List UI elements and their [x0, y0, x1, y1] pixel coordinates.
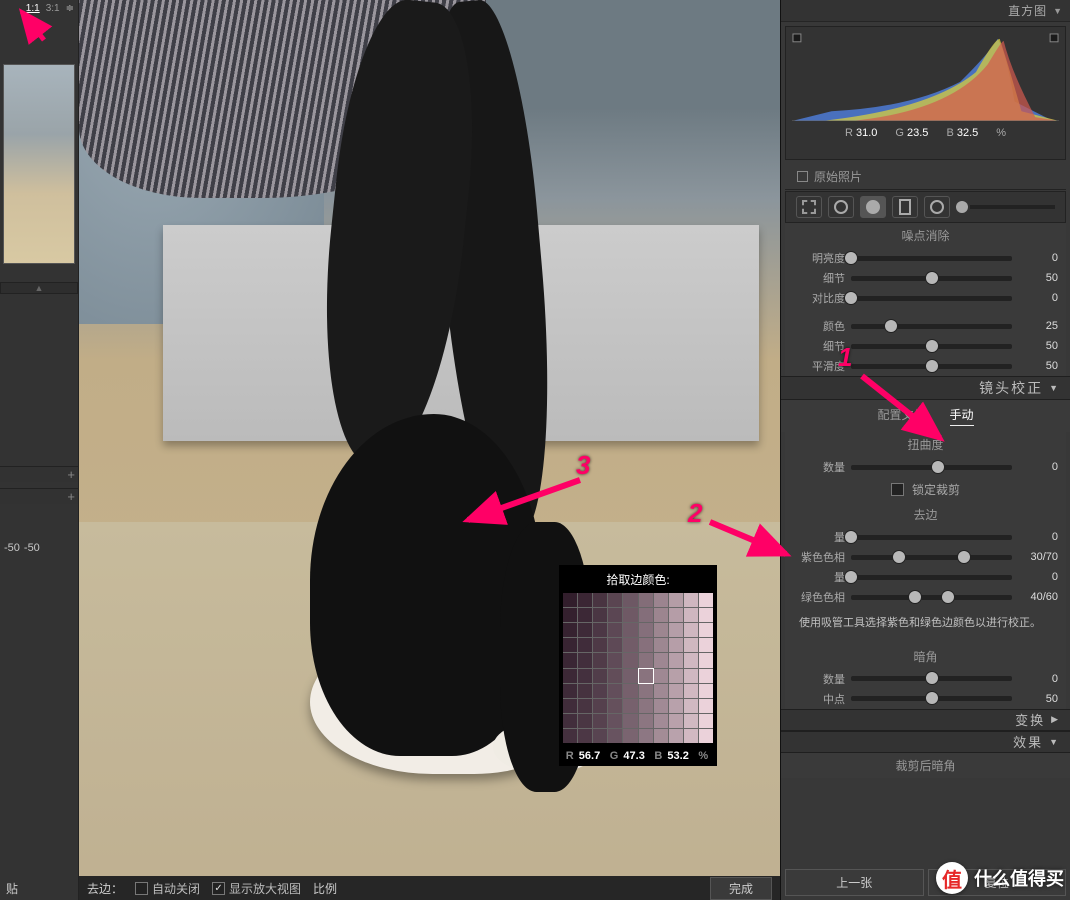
color-sampler-loupe: 拾取边颜色: R 56.7 G 47.3 B 53.2 % [559, 565, 717, 766]
histogram-rgb-readout: R 31.0 G 23.5 B 32.5 % [792, 127, 1059, 139]
sampler-title: 拾取边颜色: [561, 571, 715, 588]
defringe-slider-0[interactable]: 量 0 [785, 527, 1066, 547]
tab-manual[interactable]: 手动 [950, 406, 974, 426]
ratio-label: 比例 [313, 880, 337, 897]
image-viewport[interactable]: 拾取边颜色: R 56.7 G 47.3 B 53.2 % 去边： 自动关闭 显… [79, 0, 780, 900]
show-loupe-checkbox[interactable]: 显示放大视图 [212, 880, 301, 897]
prev-photo-button[interactable]: 上一张 [785, 869, 924, 896]
effects-panel-header[interactable]: 效果▼ [781, 731, 1070, 753]
tab-profile[interactable]: 配置文件 [877, 406, 925, 426]
watermark-badge-icon: 值 [936, 862, 968, 894]
local-adjustment-toolstrip [785, 191, 1066, 223]
track-value-a: -50 [4, 542, 20, 554]
exposure-readouts: -50 -50 [0, 540, 78, 556]
navigator-image [4, 65, 74, 263]
zoom-1-1[interactable]: 1:1 [26, 3, 40, 14]
radial-filter-icon[interactable] [924, 196, 950, 218]
navigator-thumbnail[interactable] [3, 64, 75, 264]
watermark-text: 什么值得买 [974, 865, 1064, 891]
left-panel: 1:1 3:1 ≑ ▲ + + -50 -50 贴 [0, 0, 79, 900]
sampler-grid [563, 593, 713, 743]
lens-tabs: 配置文件 手动 [781, 400, 1070, 432]
add-panel-button[interactable]: + [0, 466, 78, 482]
defringe-hint: 使用吸管工具选择紫色和绿色边颜色以进行校正。 [785, 607, 1066, 644]
panel-collapse-bar[interactable]: ▲ [0, 282, 78, 294]
redeye-tool-icon[interactable] [860, 196, 886, 218]
vignette-title: 暗角 [785, 644, 1066, 669]
zoom-level-picker: 1:1 3:1 ≑ [0, 0, 78, 16]
noise-title: 噪点消除 [785, 223, 1066, 248]
collapsed-panel-group: 变换▶ 效果▼ 裁剪后暗角 [781, 709, 1070, 778]
add-panel-button-2[interactable]: + [0, 488, 78, 504]
defringe-section: 去边 量 0 紫色色相 30/70 量 0 绿色色相 40/60 使用吸管工具选… [785, 502, 1066, 644]
develop-right-panel: 直方图▼ R 31.0 G 23.5 B 32.5 % 原始照片 [780, 0, 1070, 900]
distortion-title: 扭曲度 [785, 432, 1066, 457]
done-button[interactable]: 完成 [710, 877, 772, 900]
auto-close-checkbox[interactable]: 自动关闭 [135, 880, 200, 897]
paste-button[interactable]: 贴 [0, 877, 78, 900]
noise-lum-slider-2[interactable]: 对比度 0 [785, 288, 1066, 308]
brush-size-slider[interactable] [956, 201, 1055, 213]
post-crop-vignette-title: 裁剪后暗角 [781, 753, 1070, 778]
sampler-readout: R 56.7 G 47.3 B 53.2 % [561, 748, 715, 764]
distortion-amount-slider[interactable]: 数量 0 [785, 457, 1066, 477]
vignette-slider-1[interactable]: 中点 50 [785, 689, 1066, 709]
histogram-display: R 31.0 G 23.5 B 32.5 % [785, 26, 1066, 160]
vignette-section: 暗角 数量 0 中点 50 [785, 644, 1066, 709]
watermark: 值 什么值得买 [936, 862, 1064, 894]
defringe-slider-2[interactable]: 量 0 [785, 567, 1066, 587]
lock-crop-checkbox[interactable]: 锁定裁剪 [785, 477, 1066, 502]
defringe-title: 去边 [785, 502, 1066, 527]
transform-panel-header[interactable]: 变换▶ [781, 709, 1070, 731]
tool-name-label: 去边： [87, 880, 123, 897]
zoom-3-1[interactable]: 3:1 [46, 3, 60, 14]
noise-lum-slider-1[interactable]: 细节 50 [785, 268, 1066, 288]
crop-tool-icon[interactable] [796, 196, 822, 218]
defringe-slider-1[interactable]: 紫色色相 30/70 [785, 547, 1066, 567]
spot-removal-icon[interactable] [828, 196, 854, 218]
original-photo-toggle[interactable]: 原始照片 [785, 164, 1066, 190]
vignette-slider-0[interactable]: 数量 0 [785, 669, 1066, 689]
track-value-b: -50 [24, 542, 40, 554]
noise-color-slider-0[interactable]: 颜色 25 [785, 316, 1066, 336]
tool-options-bar: 去边： 自动关闭 显示放大视图 比例 完成 [79, 876, 780, 900]
histogram-svg [792, 33, 1059, 121]
defringe-slider-3[interactable]: 绿色色相 40/60 [785, 587, 1066, 607]
noise-lum-slider-0[interactable]: 明亮度 0 [785, 248, 1066, 268]
noise-color-slider-2[interactable]: 平滑度 50 [785, 356, 1066, 376]
graduated-filter-icon[interactable] [892, 196, 918, 218]
lens-correction-header[interactable]: 镜头校正▼ [781, 376, 1070, 400]
distortion-section: 扭曲度 数量 0 锁定裁剪 [785, 432, 1066, 502]
histogram-panel-header[interactable]: 直方图▼ [781, 0, 1070, 22]
noise-color-slider-1[interactable]: 细节 50 [785, 336, 1066, 356]
zoom-dropdown-icon[interactable]: ≑ [66, 3, 74, 14]
noise-reduction-section: 噪点消除 明亮度 0 细节 50 对比度 0 颜色 25 细节 50 平滑度 5… [785, 223, 1066, 376]
